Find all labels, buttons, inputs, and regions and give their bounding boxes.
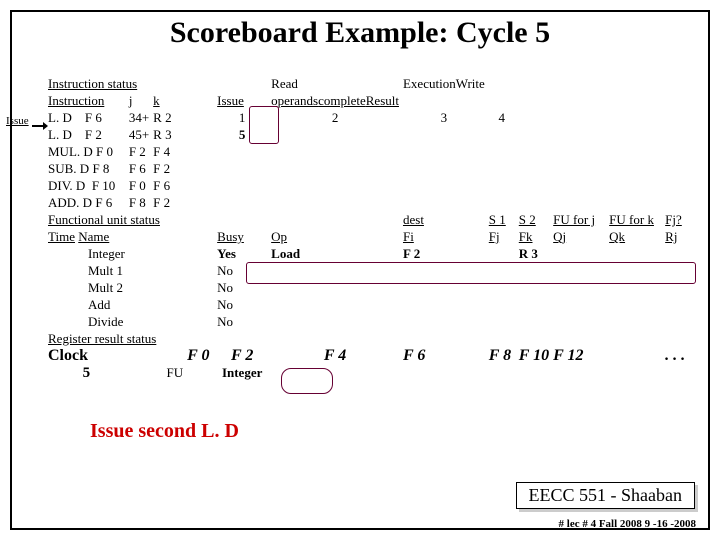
fu-row-label: FU [153, 365, 187, 382]
instr-exec: 3 [403, 110, 489, 127]
fu-hdr-busy: Busy [217, 229, 271, 246]
instr-dst: F 6 [85, 110, 102, 125]
hdr-reg-result: Register result status [48, 331, 187, 348]
fu-row: DivideNo [48, 314, 720, 331]
hdr-j: j [129, 93, 153, 110]
reg-head: F 10 [519, 348, 553, 365]
fu-row: Mult 1No [48, 263, 720, 280]
fu-hdr-dest: dest [403, 212, 489, 229]
fu-hdr-name: Name [78, 229, 109, 244]
hdr-instruction-status: Instruction status [48, 76, 153, 93]
fu-hdr-fj: Fj [489, 229, 519, 246]
issue-stage-label: Issue [6, 115, 29, 127]
footer-course: EECC 551 - Shaaban [516, 482, 695, 509]
fu-hdr-fi: Fi [403, 229, 489, 246]
hdr-execution: Execution [403, 76, 456, 91]
instr-k: R 2 [153, 110, 187, 127]
fu-hdr-qj: Qj [553, 229, 609, 246]
instr-row: L. D F 6 34+ R 2 1 2 3 4 [48, 110, 720, 127]
scoreboard-table: Instruction status Read ExecutionWrite I… [48, 76, 720, 382]
fu-hdr-fuk: FU for k [609, 212, 654, 227]
issue-arrow-icon [32, 125, 44, 127]
instr-row: MUL. D F 0 F 2 F 4 [48, 144, 720, 161]
clock-value: 5 [48, 365, 129, 382]
reg-head: F 12 [553, 348, 609, 365]
hdr-k: k [153, 93, 187, 110]
hdr-write: Write [456, 76, 485, 91]
hdr-read: Read [271, 76, 298, 91]
reg-head: F 2 [217, 348, 271, 365]
instr-row: ADD. D F 6 F 8 F 2 [48, 195, 720, 212]
instr-row: L. D F 2 45+ R 3 5 [48, 127, 720, 144]
instr-read: 2 [271, 110, 403, 127]
reg-val: Integer [217, 365, 271, 382]
clock-label: Clock [48, 348, 129, 365]
fu-hdr-fuj: FU for j [553, 212, 595, 227]
fu-hdr-op: Op [271, 229, 403, 246]
hdr-fu-status: Functional unit status [48, 212, 187, 229]
instr-row: DIV. D F 10 F 0 F 6 [48, 178, 720, 195]
scoreboard-content: Instruction status Read ExecutionWrite I… [48, 76, 720, 382]
footer-badge: EECC 551 - Shaaban [519, 485, 698, 512]
slide-title: Scoreboard Example: Cycle 5 [0, 16, 720, 50]
hdr-issue: Issue [217, 93, 271, 110]
fu-hdr-qk: Qk [609, 229, 665, 246]
reg-head: F 8 [489, 348, 519, 365]
fu-hdr-fk: Fk [519, 229, 553, 246]
hdr-result: Result [366, 93, 399, 108]
reg-head: F 0 [187, 348, 217, 365]
hdr-complete: complete [318, 93, 366, 108]
hdr-instruction: Instruction [48, 93, 129, 110]
instr-row: SUB. D F 8 F 6 F 2 [48, 161, 720, 178]
hdr-operands: operands [271, 93, 318, 108]
reg-head: F 4 [271, 348, 403, 365]
fu-hdr-s1: S 1 [489, 212, 519, 229]
callout-text: Issue second L. D [90, 420, 239, 443]
instr-write: 4 [489, 110, 519, 127]
fu-hdr-time: Time [48, 229, 75, 244]
instr-op: L. D [48, 110, 72, 125]
reg-head: . . . [665, 348, 695, 365]
fu-hdr-fjq: Fj? [665, 212, 695, 229]
fu-row: AddNo [48, 297, 720, 314]
fu-row: Mult 2No [48, 280, 720, 297]
fu-hdr-s2: S 2 [519, 212, 553, 229]
instr-j: 34+ [129, 110, 153, 127]
footer-lecture-info: # lec # 4 Fall 2008 9 -16 -2008 [559, 518, 696, 530]
reg-head: F 6 [403, 348, 489, 365]
fu-hdr-rj: Rj [665, 229, 695, 246]
fu-row: Integer Yes Load F 2 R 3 Yes [48, 246, 720, 263]
instr-issue: 1 [217, 110, 271, 127]
